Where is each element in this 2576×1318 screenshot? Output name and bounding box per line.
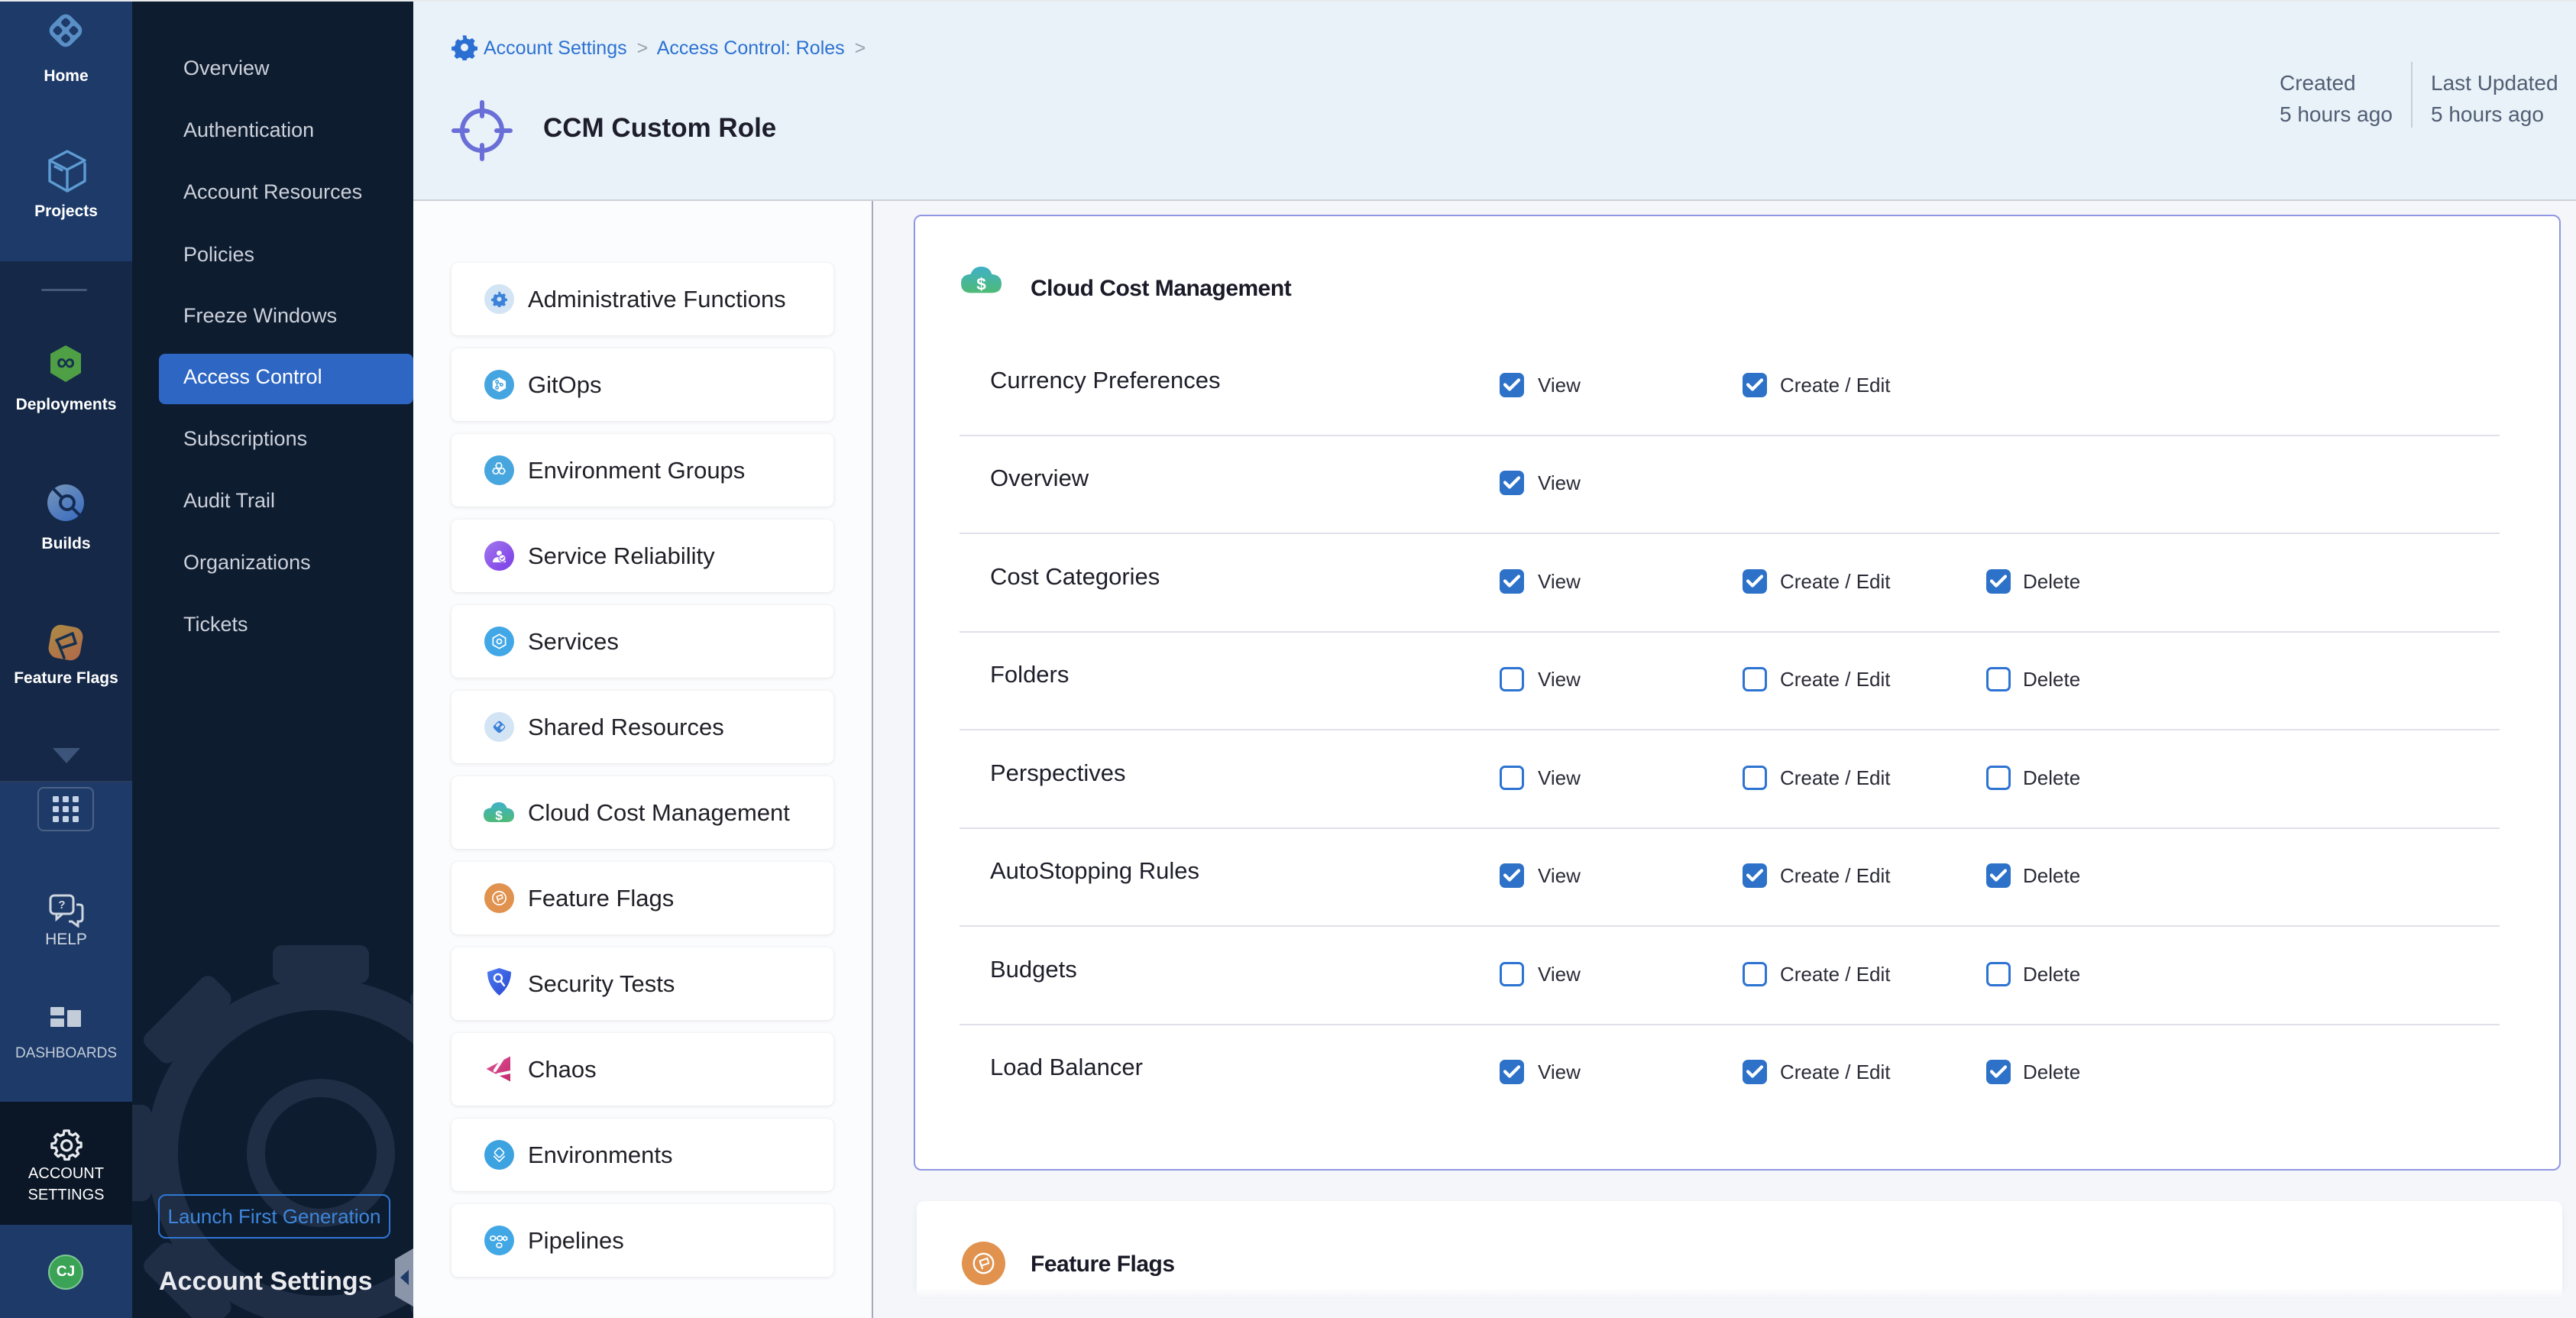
svg-text:∞: ∞ [57,348,75,377]
svg-text:?: ? [58,899,65,912]
svg-text:$: $ [495,808,503,823]
svg-text:$: $ [976,274,986,293]
